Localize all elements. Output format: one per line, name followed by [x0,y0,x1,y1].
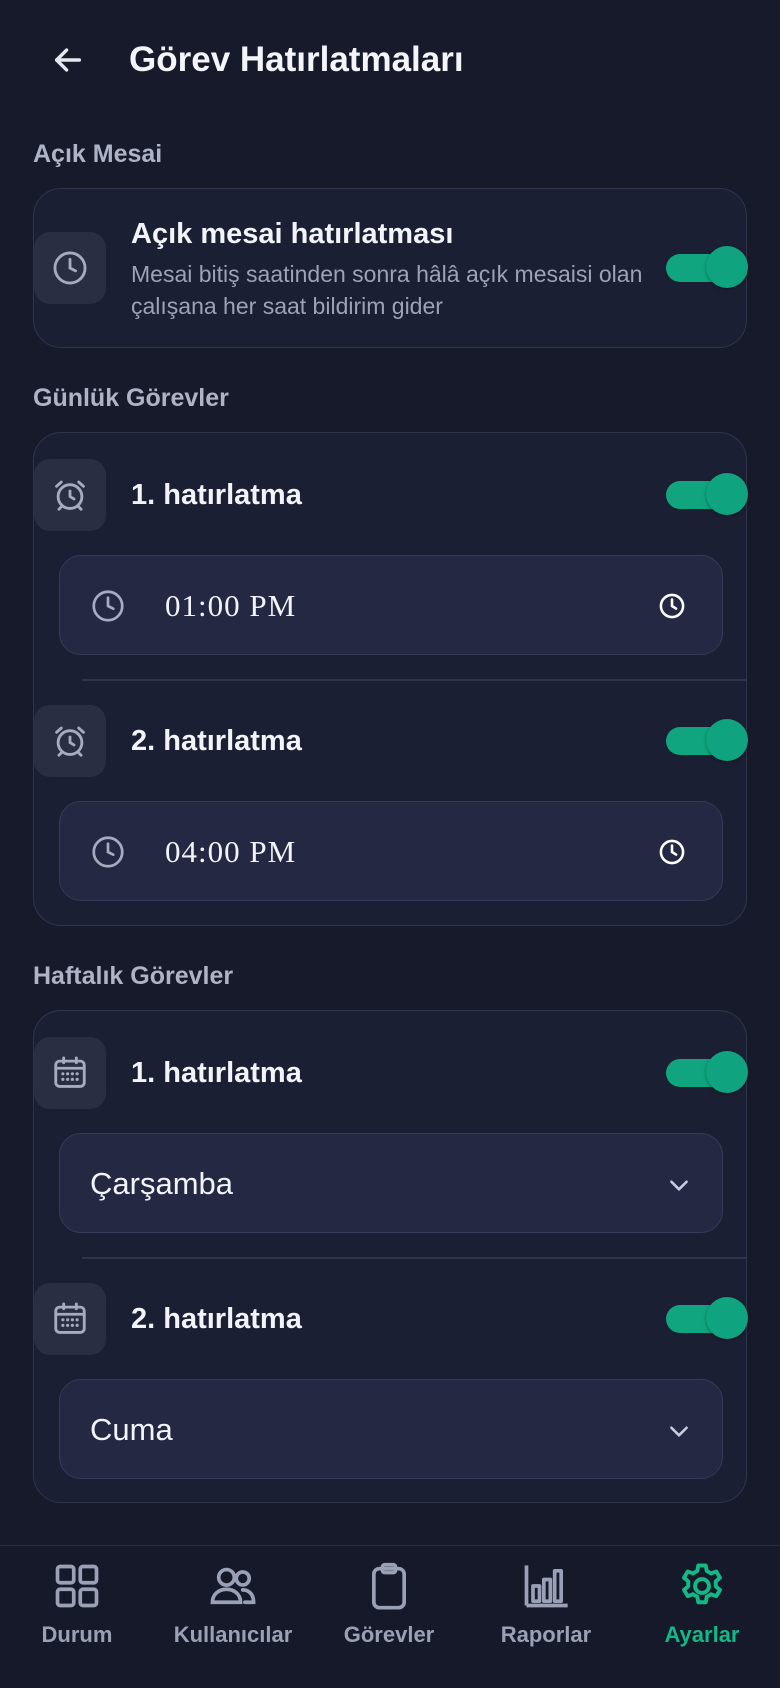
toggle-knob [706,246,748,288]
daily-reminder-1-time-value: 01:00 PM [165,588,297,623]
alarm-clock-icon [55,480,85,511]
nav-label: Kullanıcılar [173,1622,293,1647]
bar-chart-icon [524,1565,568,1608]
icon-tile [34,1037,106,1109]
weekly-reminder-1-title: 1. hatırlatma [131,1057,302,1089]
toggle-knob [706,473,748,515]
weekly-reminder-2-day-value: Cuma [90,1412,173,1447]
grid-icon [55,1564,99,1608]
icon-tile [34,705,106,777]
toggle-knob [706,719,748,761]
toggle-knob [706,1297,748,1339]
divider [82,1257,746,1259]
bottom-nav: Durum Kullanıcılar Görevler Raporlar Aya… [0,1545,780,1688]
overtime-reminder-toggle[interactable] [666,246,748,290]
divider [82,679,746,681]
clock-picker-icon[interactable] [658,838,686,866]
daily-reminder-1-time-picker[interactable]: 01:00 PM [59,555,723,655]
daily-reminder-2-row: 2. hatırlatma [34,705,748,777]
nav-item-kullanicilar[interactable]: Kullanıcılar [158,1560,308,1670]
section-label-weekly: Haftalık Görevler [33,962,234,990]
nav-label: Raporlar [500,1622,592,1647]
chevron-down-icon [670,1426,688,1437]
nav-item-durum[interactable]: Durum [2,1560,152,1670]
calendar-icon [54,1302,86,1334]
calendar-icon [54,1056,86,1088]
screen: Görev Hatırlatmaları Açık Mesai Açık mes… [0,0,780,1688]
icon-tile [34,459,106,531]
back-button[interactable] [44,36,92,84]
section-label-overtime: Açık Mesai [33,140,163,168]
daily-reminder-1-title: 1. hatırlatma [131,479,302,511]
nav-label: Ayarlar [664,1622,740,1647]
daily-reminder-1-row: 1. hatırlatma [34,459,748,531]
clock-icon [92,836,124,868]
daily-tasks-card: 1. hatırlatma 01:00 PM 2. hatırlatma 04:… [33,432,748,926]
icon-tile [34,232,106,304]
users-icon [210,1567,256,1605]
arrow-left-icon [54,48,82,72]
clock-icon [53,251,87,285]
alarm-clock-icon [55,726,85,757]
nav-item-gorevler[interactable]: Görevler [314,1560,464,1670]
overtime-reminder-description: Mesai bitiş saatinden sonra hâlâ açık me… [131,261,643,319]
nav-label: Görevler [343,1622,435,1647]
daily-reminder-1-toggle[interactable] [666,473,748,517]
toggle-knob [706,1051,748,1093]
daily-reminder-2-toggle[interactable] [666,719,748,763]
overtime-card: Açık mesai hatırlatması Mesai bitiş saat… [33,188,748,348]
weekly-reminder-2-day-select[interactable]: Cuma [59,1379,723,1479]
clipboard-icon [371,1562,407,1610]
weekly-tasks-card: 1. hatırlatma Çarşamba 2. hatırlatma Cum… [33,1010,748,1503]
overtime-reminder-title: Açık mesai hatırlatması [131,218,454,250]
page-title: Görev Hatırlatmaları [129,40,464,79]
daily-reminder-2-title: 2. hatırlatma [131,725,302,757]
icon-tile [34,1283,106,1355]
weekly-reminder-2-toggle[interactable] [666,1297,748,1341]
weekly-reminder-2-title: 2. hatırlatma [131,1303,302,1335]
weekly-reminder-2-row: 2. hatırlatma [34,1283,748,1355]
section-label-daily: Günlük Görevler [33,384,229,412]
nav-label: Durum [41,1622,113,1647]
nav-item-ayarlar[interactable]: Ayarlar [627,1560,777,1670]
weekly-reminder-1-row: 1. hatırlatma [34,1037,748,1109]
weekly-reminder-1-toggle[interactable] [666,1051,748,1095]
chevron-down-icon [670,1180,688,1191]
app-header: Görev Hatırlatmaları [0,0,780,120]
weekly-reminder-1-day-select[interactable]: Çarşamba [59,1133,723,1233]
overtime-reminder-row: Açık mesai hatırlatması Mesai bitiş saat… [34,218,748,319]
nav-item-raporlar[interactable]: Raporlar [471,1560,621,1670]
gear-icon [682,1563,722,1605]
daily-reminder-2-time-picker[interactable]: 04:00 PM [59,801,723,901]
clock-icon [92,590,124,622]
daily-reminder-2-time-value: 04:00 PM [165,834,297,869]
clock-picker-icon[interactable] [658,592,686,620]
weekly-reminder-1-day-value: Çarşamba [90,1166,233,1201]
